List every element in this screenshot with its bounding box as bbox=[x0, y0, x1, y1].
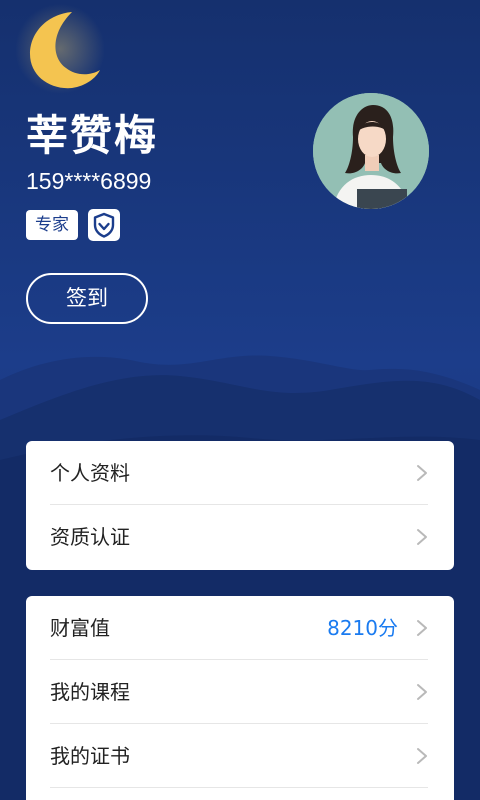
moon-icon bbox=[15, 4, 105, 94]
menu-item-courses[interactable]: 我的课程 bbox=[50, 660, 428, 724]
menu-item-label: 财富值 bbox=[50, 616, 110, 640]
user-name: 莘赞梅 bbox=[26, 111, 159, 160]
chevron-right-icon bbox=[417, 529, 427, 545]
menu-item-profile[interactable]: 个人资料 bbox=[50, 441, 428, 505]
expert-badge: 专家 bbox=[26, 210, 78, 240]
menu-item-label: 资质认证 bbox=[50, 525, 130, 549]
menu-item-certificates[interactable]: 我的证书 bbox=[50, 724, 428, 788]
menu-item-qualification[interactable]: 资质认证 bbox=[50, 505, 428, 569]
chevron-right-icon bbox=[417, 465, 427, 481]
signin-button[interactable]: 签到 bbox=[26, 273, 148, 324]
chevron-right-icon bbox=[417, 620, 427, 636]
user-phone: 159****6899 bbox=[26, 168, 152, 194]
menu-item-wealth[interactable]: 财富值 8210分 bbox=[50, 596, 428, 660]
chevron-right-icon bbox=[417, 684, 427, 700]
shield-check-icon bbox=[88, 209, 120, 241]
profile-menu-card: 个人资料 资质认证 bbox=[26, 441, 454, 570]
menu-item-label: 我的课程 bbox=[50, 680, 130, 704]
wealth-points-value: 8210分 bbox=[327, 616, 398, 640]
menu-item-label: 个人资料 bbox=[50, 461, 130, 485]
profile-page: 莘赞梅 159****6899 专家 签到 个人资料 资质认证 财富值 8210… bbox=[0, 0, 480, 800]
account-menu-card: 财富值 8210分 我的课程 我的证书 bbox=[26, 596, 454, 800]
menu-item-label: 我的证书 bbox=[50, 744, 130, 768]
chevron-right-icon bbox=[417, 748, 427, 764]
avatar[interactable] bbox=[313, 93, 429, 209]
